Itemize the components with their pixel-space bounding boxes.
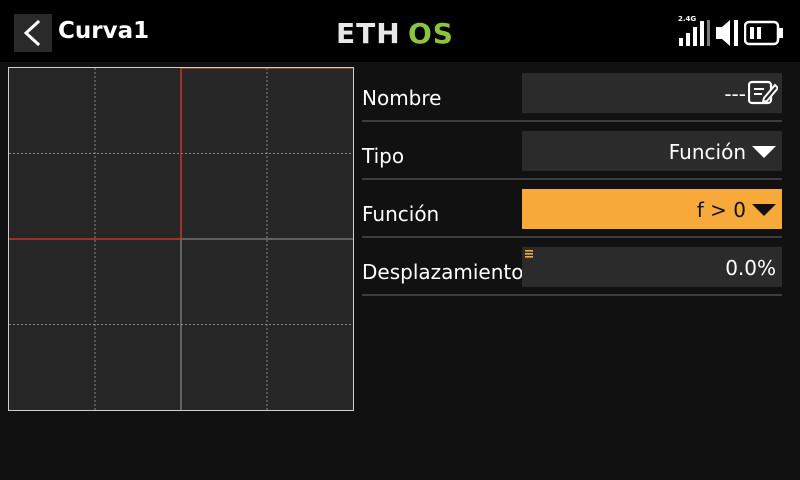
tipo-value: Función <box>668 140 746 164</box>
desplazamiento-value: 0.0% <box>725 256 776 280</box>
desplazamiento-label: Desplazamiento <box>362 260 524 284</box>
battery-icon <box>744 20 783 46</box>
tipo-label: Tipo <box>362 144 405 168</box>
page-title: Curva1 <box>58 18 150 44</box>
nombre-value: --- <box>724 82 746 106</box>
curve-graph <box>8 67 354 411</box>
chevron-left-icon <box>23 19 41 47</box>
chevron-down-icon <box>752 204 776 216</box>
divider <box>362 294 782 296</box>
divider <box>362 120 782 122</box>
row-nombre: Nombre --- <box>362 66 782 124</box>
svg-text:OS: OS <box>408 20 454 46</box>
funcion-label: Función <box>362 202 440 226</box>
back-button[interactable] <box>14 14 52 52</box>
svg-text:ETH: ETH <box>336 20 401 46</box>
divider <box>362 236 782 238</box>
funcion-value: f > 0 <box>696 198 746 222</box>
row-funcion: Función f > 0 <box>362 182 782 240</box>
row-tipo: Tipo Función <box>362 124 782 182</box>
ethos-logo: ETH OS <box>336 20 454 46</box>
menu-icon <box>525 250 533 258</box>
edit-icon <box>748 80 778 105</box>
tipo-dropdown[interactable]: Función <box>522 131 782 171</box>
top-bar: Curva1 ETH OS 2.4G <box>0 0 800 62</box>
status-area: 2.4G <box>676 15 786 50</box>
nombre-label: Nombre <box>362 86 442 110</box>
row-desplazamiento: Desplazamiento 0.0% <box>362 240 782 298</box>
desplazamiento-field[interactable]: 0.0% <box>522 247 782 287</box>
divider <box>362 178 782 180</box>
chevron-down-icon <box>752 146 776 158</box>
speaker-icon <box>716 20 738 46</box>
curve-chart <box>9 68 353 410</box>
signal-icon <box>679 20 710 46</box>
funcion-dropdown[interactable]: f > 0 <box>522 189 782 229</box>
nombre-field[interactable]: --- <box>522 73 782 113</box>
